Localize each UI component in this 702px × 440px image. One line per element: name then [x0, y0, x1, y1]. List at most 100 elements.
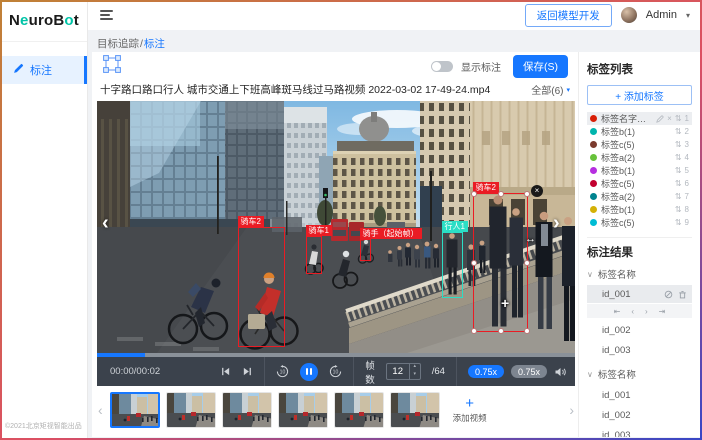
result-item[interactable]: id_001	[587, 385, 692, 405]
user-avatar[interactable]	[621, 7, 637, 23]
label-order: 2	[685, 127, 689, 136]
filter-dropdown[interactable]: 全部(6) ▾	[531, 82, 570, 97]
resize-handle[interactable]	[524, 328, 530, 334]
sort-label-icon[interactable]: ⇅	[675, 192, 682, 201]
volume-icon[interactable]	[554, 366, 566, 378]
sidebar-item-annotate[interactable]: 标注	[0, 56, 87, 84]
bounding-box-tool-icon[interactable]	[102, 54, 122, 79]
resize-handle[interactable]	[471, 260, 477, 266]
user-name[interactable]: Admin	[646, 9, 677, 21]
result-item[interactable]: id_003	[587, 425, 692, 437]
user-menu-caret-icon[interactable]: ▾	[686, 11, 690, 20]
resize-cursor-icon: ↔	[525, 233, 536, 245]
show-annotations-toggle[interactable]	[431, 61, 453, 72]
step-forward-icon[interactable]	[242, 366, 253, 377]
add-video-button[interactable]: + 添加视频	[446, 397, 494, 424]
filmstrip-prev-icon[interactable]: ‹	[97, 402, 104, 418]
result-item-selected[interactable]: id_001	[587, 285, 692, 303]
sort-label-icon[interactable]: ⇅	[675, 114, 682, 123]
sort-label-icon[interactable]: ⇅	[675, 205, 682, 214]
pager-prev-icon[interactable]: ‹	[631, 307, 634, 316]
resize-handle[interactable]	[471, 328, 477, 334]
sort-label-icon[interactable]: ⇅	[675, 179, 682, 188]
annotation-bbox[interactable]: 骑手（起始帧）	[360, 239, 371, 261]
video-thumbnail[interactable]	[390, 392, 440, 428]
annotation-bbox[interactable]: 骑车2	[238, 227, 285, 347]
label-row[interactable]: 标签b(1)⇅5	[587, 164, 692, 177]
edit-label-icon[interactable]	[656, 115, 664, 123]
label-color-dot	[590, 193, 597, 200]
label-row[interactable]: 标签b(1)⇅2	[587, 125, 692, 138]
video-thumbnail[interactable]	[110, 392, 160, 428]
breadcrumb-current[interactable]: 标注	[144, 38, 165, 50]
collapse-menu-icon[interactable]	[100, 8, 113, 23]
sort-label-icon[interactable]: ⇅	[675, 166, 682, 175]
sort-label-icon[interactable]: ⇅	[675, 127, 682, 136]
resize-handle[interactable]	[498, 191, 504, 197]
remove-bbox-icon[interactable]: ×	[531, 185, 543, 197]
sort-label-icon[interactable]: ⇅	[675, 153, 682, 162]
add-video-label: 添加视频	[453, 412, 487, 424]
video-thumbnail[interactable]	[166, 392, 216, 428]
label-name: 标签a(2)	[601, 190, 635, 203]
pager-next-icon[interactable]: ›	[645, 307, 648, 316]
label-row[interactable]: 标签c(5)⇅3	[587, 138, 692, 151]
label-order: 4	[685, 153, 689, 162]
prev-frame-chevron-icon[interactable]: ‹	[102, 213, 109, 233]
delete-annotation-icon[interactable]	[678, 290, 687, 299]
next-frame-chevron-icon[interactable]: ›	[553, 213, 560, 233]
frame-number-input[interactable]	[387, 364, 409, 379]
save-button[interactable]: 保存(S)	[513, 55, 568, 78]
logo-letter: N	[9, 12, 20, 29]
result-item[interactable]: id_003	[587, 340, 692, 360]
video-progress-bar[interactable]	[97, 353, 575, 357]
step-backward-icon[interactable]	[220, 366, 231, 377]
speed-pill[interactable]: 0.75x	[511, 365, 547, 378]
breadcrumb: 目标追踪/标注	[97, 36, 165, 51]
annotation-results: ∨标签名称id_001⇤‹›⇥id_002id_003∨标签名称id_001id…	[587, 267, 692, 437]
video-thumbnail[interactable]	[278, 392, 328, 428]
video-thumbnail[interactable]	[222, 392, 272, 428]
label-order: 8	[685, 205, 689, 214]
result-item[interactable]: id_002	[587, 320, 692, 340]
delete-label-icon[interactable]: ×	[667, 114, 672, 123]
replay-10-icon[interactable]: 10	[276, 365, 289, 378]
frame-stepper[interactable]: ▴▾	[409, 364, 420, 379]
video-canvas[interactable]: 骑车2骑车1骑手（起始帧）行人1骑车2× ‹ › ↔ +	[97, 101, 575, 353]
label-row[interactable]: 标签名字最长数...×⇅1	[587, 112, 692, 125]
result-group-name: 标签名称	[598, 267, 636, 281]
filmstrip-next-icon[interactable]: ›	[568, 402, 575, 418]
resize-handle[interactable]	[524, 191, 530, 197]
result-item[interactable]: id_002	[587, 405, 692, 425]
label-row[interactable]: 标签a(2)⇅4	[587, 151, 692, 164]
result-id: id_001	[602, 289, 631, 300]
pager-first-icon[interactable]: ⇤	[614, 307, 621, 316]
filter-label: 全部(6)	[531, 82, 563, 97]
forward-10-icon[interactable]: 10	[329, 365, 342, 378]
annotation-bbox[interactable]: 行人1	[442, 232, 463, 298]
pager-last-icon[interactable]: ⇥	[659, 307, 666, 316]
breadcrumb-separator: /	[140, 38, 143, 50]
annotation-bbox[interactable]: 骑车2×	[473, 193, 528, 332]
add-label-button[interactable]: + 添加标签	[587, 85, 692, 105]
sort-label-icon[interactable]: ⇅	[675, 140, 682, 149]
svg-text:10: 10	[280, 370, 286, 376]
resize-handle[interactable]	[498, 328, 504, 334]
result-group-header[interactable]: ∨标签名称	[587, 267, 692, 281]
label-row[interactable]: 标签c(5)⇅9	[587, 216, 692, 229]
resize-handle[interactable]	[471, 191, 477, 197]
resize-handle[interactable]	[524, 260, 530, 266]
annotation-bbox[interactable]: 骑车1	[306, 236, 322, 274]
result-group-header[interactable]: ∨标签名称	[587, 367, 692, 381]
back-to-model-dev-button[interactable]: 返回模型开发	[525, 4, 612, 27]
label-row[interactable]: 标签c(5)⇅6	[587, 177, 692, 190]
pause-button[interactable]	[300, 363, 318, 381]
label-row[interactable]: 标签b(1)⇅8	[587, 203, 692, 216]
label-row[interactable]: 标签a(2)⇅7	[587, 190, 692, 203]
speed-pill-active[interactable]: 0.75x	[468, 365, 504, 378]
breadcrumb-parent[interactable]: 目标追踪	[97, 38, 139, 50]
video-thumbnail[interactable]	[334, 392, 384, 428]
sort-label-icon[interactable]: ⇅	[675, 218, 682, 227]
hide-annotation-icon[interactable]	[664, 290, 673, 299]
caret-down-icon: ∨	[587, 370, 593, 379]
